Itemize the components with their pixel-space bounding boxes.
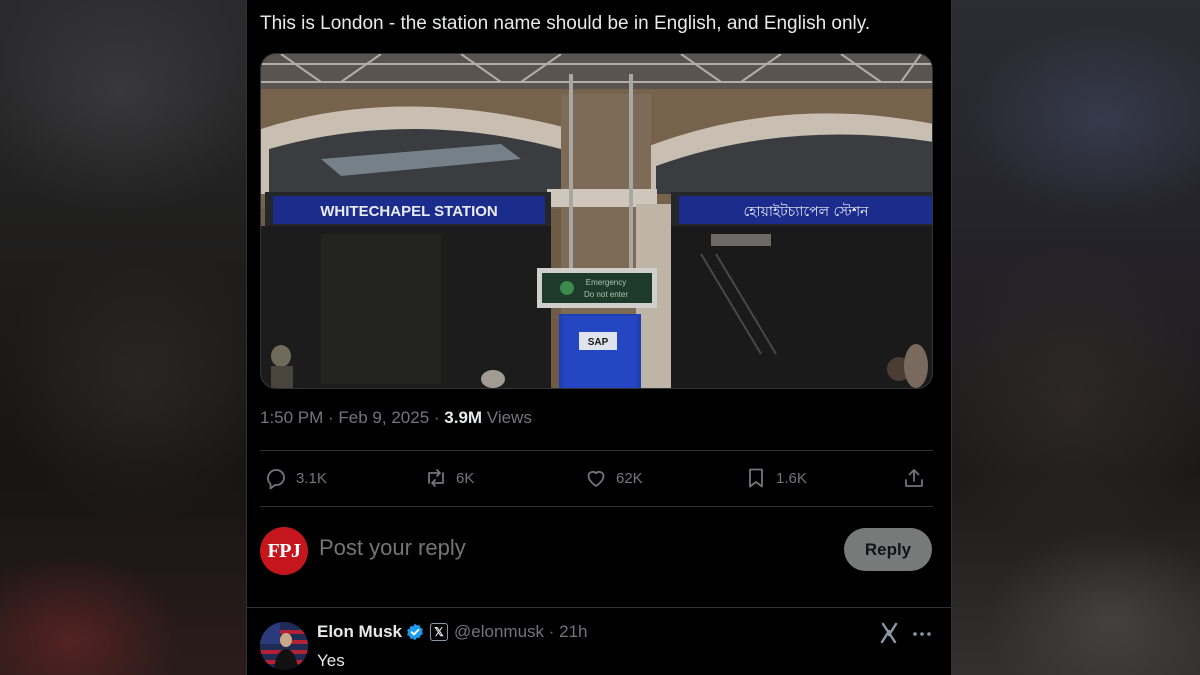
reply-text: Yes — [317, 651, 345, 670]
tweet-text: This is London - the station name should… — [260, 13, 871, 34]
elon-musk-avatar[interactable] — [260, 622, 308, 670]
reply-tweet[interactable]: Elon Musk 𝕏 @elonmusk · 21h Yes — [247, 607, 953, 675]
reply-button[interactable]: Reply — [844, 528, 932, 571]
reply-input[interactable] — [319, 535, 819, 561]
like-icon — [587, 470, 605, 487]
reply-composer: FPJ Reply — [260, 525, 933, 577]
grok-icon[interactable] — [879, 622, 899, 644]
verified-badge-icon[interactable] — [405, 622, 425, 642]
reply-count: 3.1K — [296, 469, 327, 487]
sap-label: SAP — [588, 337, 609, 348]
tweet-timestamp[interactable]: 1:50 PM · Feb 9, 2025 · — [260, 408, 444, 427]
share-icon — [905, 469, 923, 487]
repost-count: 6K — [456, 469, 475, 487]
reply-author-name[interactable]: Elon Musk — [317, 622, 402, 642]
emergency-sign-line2: Do not enter — [584, 290, 628, 299]
repost-action[interactable]: 6K — [424, 466, 474, 490]
sign-english-text: WHITECHAPEL STATION — [320, 203, 498, 220]
bookmark-icon — [749, 468, 763, 488]
station-photo: WHITECHAPEL STATION হোয়াইটচ্যাপেল স্টেশ… — [261, 54, 932, 388]
tweet-column: This is London - the station name should… — [246, 0, 953, 675]
reply-handle-time[interactable]: @elonmusk · 21h — [454, 622, 588, 642]
tweet-meta: 1:50 PM · Feb 9, 2025 · 3.9M Views — [260, 408, 532, 428]
fpj-avatar[interactable]: FPJ — [260, 527, 308, 575]
emergency-sign-line1: Emergency — [586, 278, 626, 287]
action-bar: 3.1K 6K 62K 1.6K — [260, 460, 933, 500]
views-count: 3.9M — [444, 408, 483, 427]
reply-action[interactable]: 3.1K — [264, 466, 327, 490]
views-label: Views — [482, 408, 532, 427]
sign-bengali-text: হোয়াইটচ্যাপেল স্টেশন — [743, 203, 869, 220]
repost-icon — [428, 469, 444, 487]
divider-top — [260, 450, 933, 451]
flag-portrait-image — [260, 622, 308, 670]
blurred-background-right — [952, 0, 1200, 675]
reply-header: Elon Musk 𝕏 @elonmusk · 21h — [317, 622, 588, 642]
more-options-icon[interactable] — [911, 623, 933, 645]
bookmark-action[interactable]: 1.6K — [744, 466, 807, 490]
tweet-photo[interactable]: WHITECHAPEL STATION হোয়াইটচ্যাপেল স্টেশ… — [260, 53, 933, 389]
share-action[interactable] — [902, 466, 934, 490]
x-affiliate-badge-icon[interactable]: 𝕏 — [430, 623, 449, 641]
like-action[interactable]: 62K — [584, 466, 643, 490]
divider-bottom — [260, 506, 933, 507]
blurred-background-left — [0, 0, 246, 675]
bookmark-count: 1.6K — [776, 469, 807, 487]
like-count: 62K — [616, 469, 643, 487]
reply-icon — [267, 469, 285, 490]
